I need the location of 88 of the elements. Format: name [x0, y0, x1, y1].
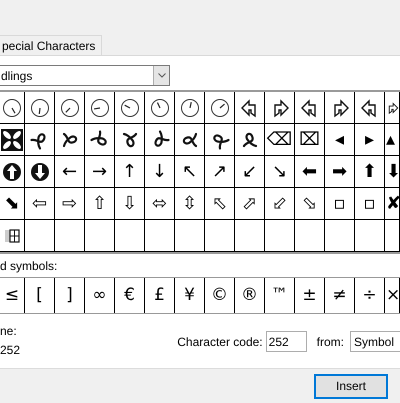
- clock-icon: [180, 98, 200, 118]
- symbol-cell[interactable]: [0, 156, 25, 188]
- symbol-cell[interactable]: ⇧: [85, 188, 115, 220]
- windows-flag-icon: [4, 228, 20, 244]
- from-label: from:: [316, 334, 344, 351]
- symbol-cell[interactable]: [85, 220, 115, 252]
- symbol-cell[interactable]: [145, 220, 175, 252]
- symbol-cell[interactable]: ⌫: [265, 124, 295, 156]
- symbol-cell[interactable]: [0, 220, 25, 252]
- clock-icon: [60, 98, 80, 118]
- name-label: ne:: [0, 323, 18, 340]
- symbol-cell[interactable]: [205, 220, 235, 252]
- symbol-cell[interactable]: [115, 220, 145, 252]
- symbol-cell[interactable]: ⬀: [235, 188, 265, 220]
- symbol-cell[interactable]: [115, 124, 145, 156]
- symbol-cell[interactable]: ▫: [325, 188, 355, 220]
- symbol-cell[interactable]: [205, 124, 235, 156]
- tab[interactable]: pecial Characters: [0, 35, 102, 56]
- symbol-cell[interactable]: ⬅: [295, 156, 325, 188]
- symbol-cell[interactable]: ➡: [325, 156, 355, 188]
- character-code-label: Character code:: [177, 334, 263, 351]
- symbol-cell[interactable]: [25, 156, 55, 188]
- symbol-cell[interactable]: ⬁: [205, 188, 235, 220]
- symbol-cell[interactable]: ⬄: [145, 188, 175, 220]
- symbol-cell[interactable]: [175, 92, 205, 124]
- symbol-cell[interactable]: ↑: [115, 156, 145, 188]
- recent-symbols-label: d symbols:: [0, 258, 58, 274]
- symbol-cell[interactable]: ⬊: [0, 188, 25, 220]
- symbol-cell[interactable]: ⇦: [25, 188, 55, 220]
- symbol-cell[interactable]: ▫: [355, 188, 385, 220]
- symbol-cell[interactable]: ⬇: [385, 156, 400, 188]
- symbol-cell[interactable]: ▴: [385, 124, 400, 156]
- symbol-cell[interactable]: [145, 124, 175, 156]
- symbol-cell[interactable]: [175, 124, 205, 156]
- symbol-cell[interactable]: ↙: [235, 156, 265, 188]
- symbol-cell[interactable]: [325, 220, 355, 252]
- symbol-cell[interactable]: [55, 124, 85, 156]
- symbol-cell[interactable]: [85, 124, 115, 156]
- symbol-cell[interactable]: [385, 220, 400, 252]
- symbol-cell[interactable]: ⌧: [295, 124, 325, 156]
- symbol-cell[interactable]: →: [85, 156, 115, 188]
- symbol-cell[interactable]: [25, 124, 55, 156]
- symbol-cell[interactable]: [355, 92, 385, 124]
- clock-icon: [150, 98, 170, 118]
- symbol-cell[interactable]: [175, 220, 205, 252]
- symbol-cell[interactable]: [355, 220, 385, 252]
- symbol-cell[interactable]: ⇨: [55, 188, 85, 220]
- font-dropdown[interactable]: dlings: [0, 65, 170, 86]
- symbol-cell[interactable]: ↓: [145, 156, 175, 188]
- symbol-cell[interactable]: [295, 92, 325, 124]
- symbol-cell[interactable]: [55, 220, 85, 252]
- name-value: 252: [0, 342, 22, 358]
- symbol-cell[interactable]: [235, 220, 265, 252]
- clock-icon: [30, 98, 50, 118]
- symbol-cell[interactable]: [205, 92, 235, 124]
- symbol-cell[interactable]: [325, 92, 355, 124]
- symbol-cell[interactable]: [385, 92, 400, 124]
- symbol-cell[interactable]: ↘: [265, 156, 295, 188]
- symbol-cell[interactable]: [85, 92, 115, 124]
- clock-icon: [90, 98, 110, 118]
- symbol-cell[interactable]: [235, 92, 265, 124]
- symbol-cell[interactable]: [145, 92, 175, 124]
- symbol-cell[interactable]: [235, 124, 265, 156]
- symbol-cell[interactable]: [25, 220, 55, 252]
- symbol-cell[interactable]: [25, 92, 55, 124]
- symbol-cell[interactable]: [0, 124, 25, 156]
- insert-button[interactable]: Insert: [314, 374, 388, 399]
- symbol-cell[interactable]: ⇳: [175, 188, 205, 220]
- clock-icon: [210, 98, 230, 118]
- chevron-icon: [153, 66, 169, 86]
- character-code-field[interactable]: 252: [266, 331, 307, 352]
- symbol-cell[interactable]: [115, 92, 145, 124]
- clock-icon: [120, 98, 140, 118]
- symbol-cell[interactable]: ⇩: [115, 188, 145, 220]
- symbol-cell[interactable]: [265, 220, 295, 252]
- symbol-cell[interactable]: ⬆: [355, 156, 385, 188]
- symbol-cell[interactable]: ⬂: [295, 188, 325, 220]
- symbol-cell[interactable]: [0, 92, 25, 124]
- symbol-cell[interactable]: [55, 92, 85, 124]
- symbol-cell[interactable]: ▸: [355, 124, 385, 156]
- symbol-cell[interactable]: ←: [55, 156, 85, 188]
- from-dropdown[interactable]: Symbol: [350, 331, 400, 352]
- symbol-cell[interactable]: [265, 92, 295, 124]
- symbol-cell[interactable]: [295, 220, 325, 252]
- symbol-cell[interactable]: ⬃: [265, 188, 295, 220]
- symbol-cell[interactable]: ↖: [175, 156, 205, 188]
- symbol-cell[interactable]: ◂: [325, 124, 355, 156]
- symbol-cell[interactable]: ↗: [205, 156, 235, 188]
